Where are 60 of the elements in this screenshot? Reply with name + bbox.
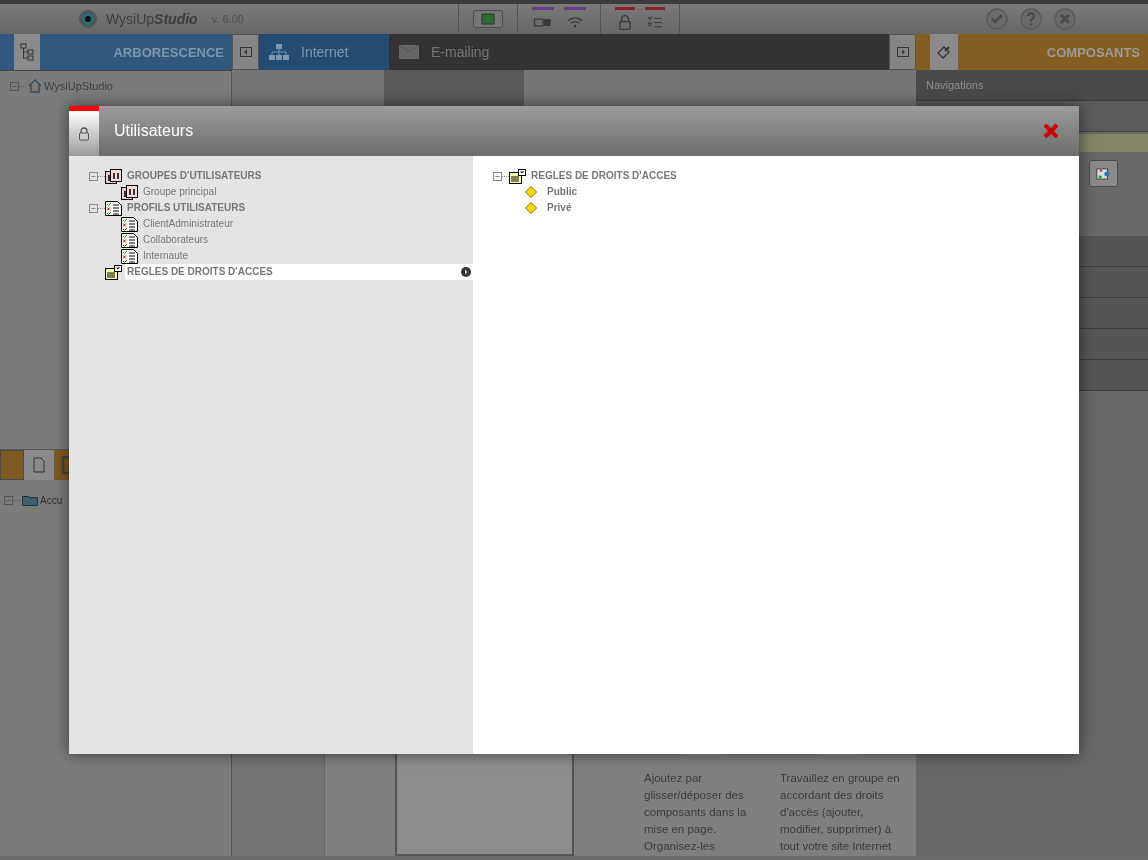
tree-item[interactable]: PROFILS UTILISATEURS (125, 200, 248, 216)
close-icon[interactable] (1054, 8, 1076, 30)
envelope-icon (399, 45, 419, 59)
panel-tab[interactable] (24, 450, 54, 480)
tree-item[interactable]: Public (545, 184, 579, 200)
close-button[interactable] (1043, 123, 1059, 139)
tree-item[interactable]: Accu (40, 494, 63, 506)
preview-button[interactable] (473, 10, 503, 28)
tree-view-icon[interactable] (20, 43, 34, 61)
checklist-icon (121, 216, 138, 232)
section-header[interactable]: Navigations (916, 70, 1148, 101)
collapse-icon[interactable] (493, 171, 509, 181)
home-icon (28, 79, 42, 93)
check-icon[interactable] (986, 8, 1008, 30)
panel-right-icon (896, 47, 909, 57)
close-icon (1043, 123, 1059, 139)
sitemap-icon (269, 43, 289, 61)
image-insert-button[interactable] (1089, 160, 1118, 187)
tree-item[interactable]: Privé (545, 200, 574, 216)
page-icon[interactable] (33, 457, 45, 473)
lock-icon (78, 126, 90, 141)
collapse-icon[interactable] (4, 495, 20, 505)
lock-icon[interactable] (615, 7, 635, 31)
dialog-title: Utilisateurs (114, 122, 194, 140)
tree-item[interactable]: Collaborateurs (141, 232, 211, 248)
tree-item[interactable]: GROUPES D'UTILISATEURS (125, 168, 264, 184)
panel-title: COMPOSANTS (1045, 44, 1141, 60)
users-icon (105, 168, 122, 184)
help-icon[interactable] (1020, 8, 1042, 30)
frame-icon (481, 13, 495, 25)
tree-item[interactable]: Internaute (141, 248, 191, 264)
feature-text: Travaillez en groupe en accordant des droits d'accès (ajouter, modifier, supprimer) à tout votre site Internet (780, 771, 901, 854)
eye-logo-icon (78, 9, 98, 29)
diamond-icon (525, 202, 537, 214)
image-icon (1096, 165, 1111, 182)
tab[interactable]: Internet (259, 34, 389, 70)
panel-tab[interactable] (14, 34, 40, 70)
tree-item[interactable]: WysiUpStudio (44, 80, 113, 92)
collapse-icon[interactable] (89, 171, 105, 181)
panel-left-icon (239, 47, 252, 57)
panel-title: ARBORESCENCE (112, 44, 225, 60)
feature-text: Ajoutez par glisser/déposer des composants dans la mise en page. Organisez-les (644, 771, 748, 854)
pencil-icon[interactable] (936, 44, 952, 60)
tab[interactable]: E-mailing (389, 34, 519, 70)
card-icon (509, 168, 526, 184)
card-icon (105, 264, 122, 280)
checklist-icon (121, 248, 138, 264)
tree-item[interactable]: ClientAdministrateur (141, 216, 236, 232)
tree-item[interactable]: REGLES DE DROITS D'ACCES (529, 168, 679, 184)
collapse-icon[interactable] (89, 203, 105, 213)
collapse-left-button[interactable] (232, 34, 259, 70)
panel-tab[interactable] (930, 34, 958, 70)
checklist-icon (121, 232, 138, 248)
collapse-icon[interactable] (10, 81, 26, 91)
folder-icon (22, 494, 38, 506)
checklist-icon (105, 200, 122, 216)
users-icon (121, 184, 138, 200)
tree-item[interactable]: Groupe principal (141, 184, 219, 200)
diamond-icon (525, 186, 537, 198)
collapse-right-button[interactable] (889, 34, 916, 70)
